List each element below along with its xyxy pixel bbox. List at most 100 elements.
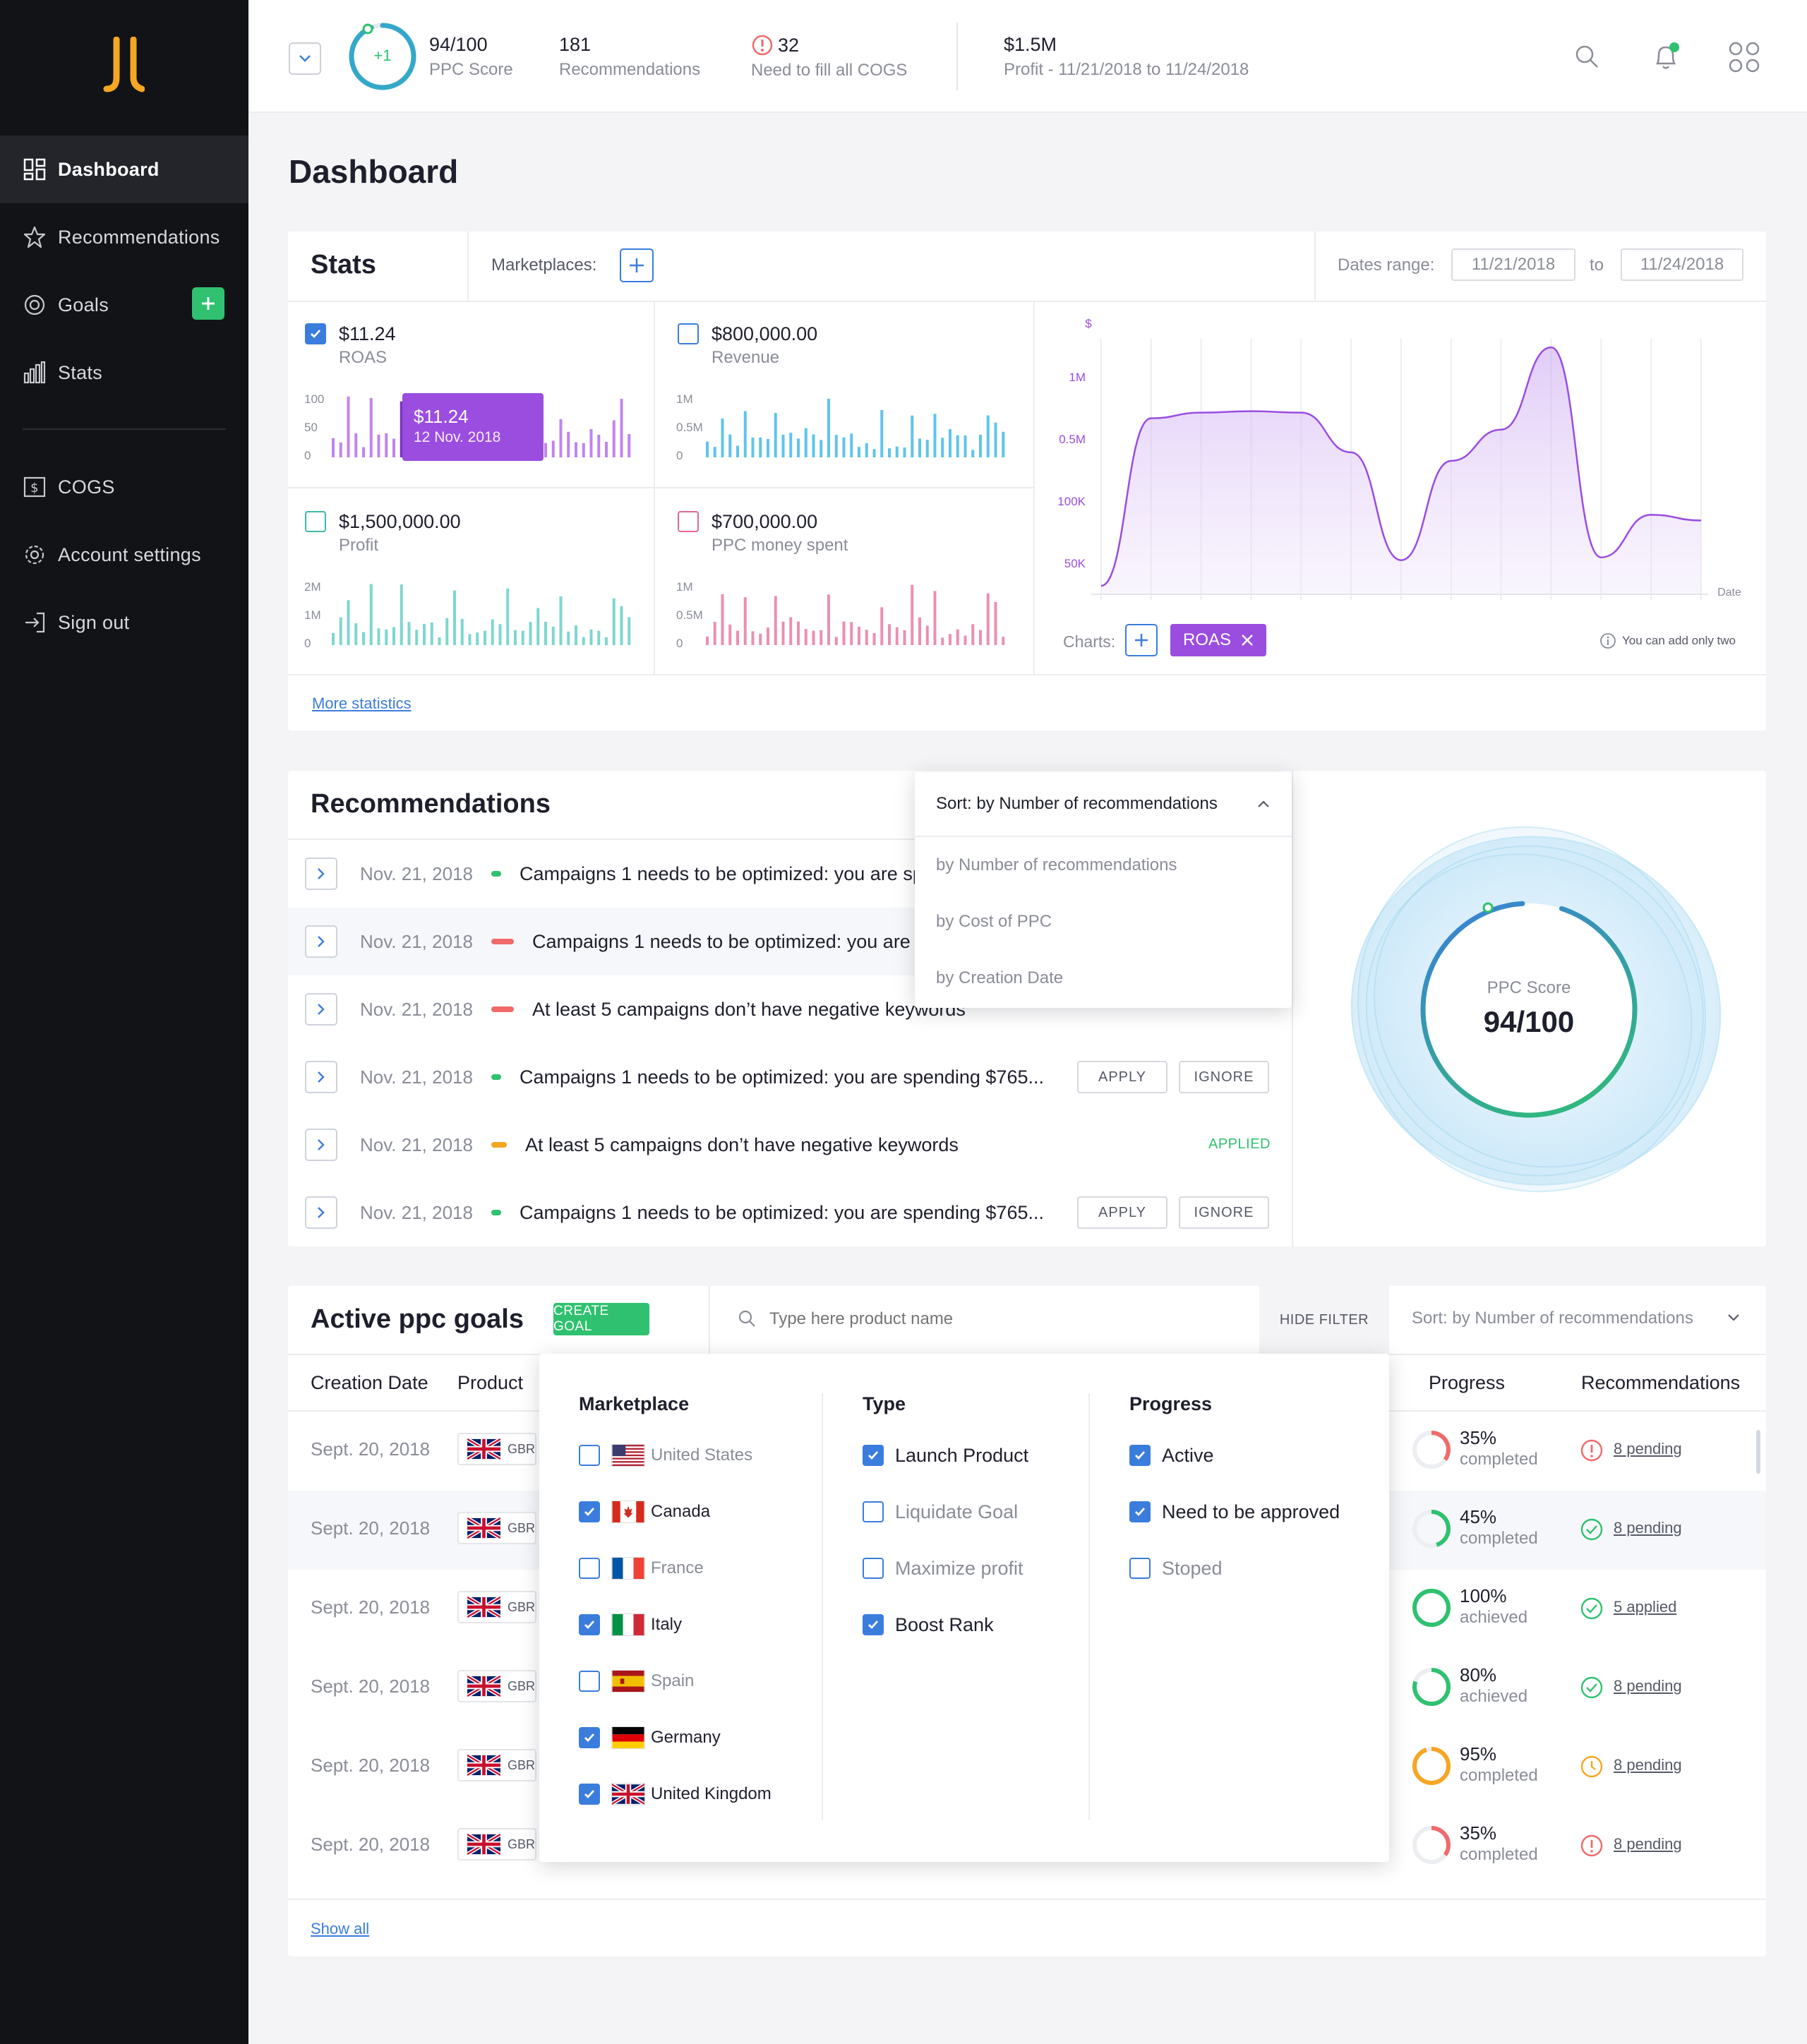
column-header-progress[interactable]: Progress (1429, 1372, 1505, 1394)
sidebar-item-recommendations[interactable]: Recommendations (0, 203, 248, 271)
filter-option[interactable]: Germany (579, 1709, 772, 1766)
filter-checkbox[interactable] (863, 1558, 884, 1579)
recommendations-link[interactable]: 8 pending (1614, 1756, 1682, 1774)
product-marketplace[interactable]: GBR (457, 1591, 536, 1623)
filter-checkbox[interactable] (1129, 1445, 1151, 1466)
filter-marketplace-title: Marketplace (579, 1393, 690, 1414)
apply-button[interactable]: APPLY (1077, 1196, 1167, 1229)
filter-checkbox[interactable] (579, 1445, 600, 1466)
sort-option[interactable]: by Cost of PPC (915, 894, 1292, 950)
filter-option[interactable]: Canada (579, 1484, 772, 1540)
product-marketplace[interactable]: GBR (457, 1828, 536, 1860)
recommendations-link[interactable]: 8 pending (1614, 1440, 1682, 1458)
sparkline-bar (385, 433, 388, 457)
topbar-dropdown-button[interactable] (289, 42, 321, 75)
recommendations-link[interactable]: 8 pending (1614, 1835, 1682, 1853)
filter-option[interactable]: Active (1129, 1427, 1340, 1484)
expand-button[interactable] (305, 993, 337, 1026)
sparkline-bar (971, 624, 975, 645)
filter-checkbox[interactable] (579, 1558, 600, 1579)
expand-button[interactable] (305, 1129, 337, 1161)
ignore-button[interactable]: IGNORE (1179, 1196, 1269, 1229)
column-header-product[interactable]: Product (457, 1372, 523, 1394)
recommendation-text: Campaigns 1 needs to be optimized: you a… (532, 930, 936, 952)
apply-button[interactable]: APPLY (1077, 1061, 1167, 1093)
sparkline-bar (354, 433, 358, 457)
revenue-checkbox[interactable] (678, 323, 699, 344)
filter-option[interactable]: Stoped (1129, 1540, 1340, 1597)
sidebar-item-account-settings[interactable]: Account settings (0, 521, 248, 589)
filter-checkbox[interactable] (863, 1445, 884, 1466)
product-marketplace[interactable]: GBR (457, 1670, 536, 1702)
add-chart-button[interactable] (1125, 624, 1158, 656)
product-marketplace[interactable]: GBR (457, 1433, 536, 1465)
filter-checkbox[interactable] (579, 1501, 600, 1522)
apps-grid-icon[interactable] (1728, 41, 1760, 73)
roas-checkbox[interactable] (305, 323, 326, 344)
filter-checkbox[interactable] (579, 1671, 600, 1692)
profit-checkbox[interactable] (305, 511, 326, 532)
filter-option[interactable]: United Kingdom (579, 1766, 772, 1822)
sidebar-item-stats[interactable]: Stats (0, 339, 248, 407)
filter-option[interactable]: Need to be approved (1129, 1484, 1340, 1540)
sort-dropdown[interactable]: Sort: by Number of recommendations by Nu… (915, 772, 1292, 1008)
cogs-summary[interactable]: 32 Need to fill all COGS (751, 34, 907, 80)
recommendations-link[interactable]: 5 applied (1614, 1598, 1676, 1616)
date-to-input[interactable]: 11/24/2018 (1621, 248, 1743, 281)
sparkline-bar (521, 630, 524, 645)
expand-button[interactable] (305, 1061, 337, 1093)
search-icon[interactable] (1573, 42, 1601, 71)
filter-option[interactable]: Maximize profit (863, 1540, 1028, 1597)
sidebar-item-cogs[interactable]: $ COGS (0, 453, 248, 521)
filter-option[interactable]: Italy (579, 1597, 772, 1653)
filter-checkbox[interactable] (579, 1784, 600, 1805)
sidebar-item-sign-out[interactable]: Sign out (0, 589, 248, 656)
product-marketplace[interactable]: GBR (457, 1749, 536, 1781)
filter-checkbox[interactable] (1129, 1501, 1151, 1522)
product-search-input[interactable] (769, 1303, 1235, 1335)
sparkline-bar (332, 438, 335, 457)
notification-bell-icon[interactable] (1652, 41, 1680, 72)
filter-checkbox[interactable] (863, 1501, 884, 1522)
show-all-link[interactable]: Show all (311, 1920, 369, 1938)
creation-date: Sept. 20, 2018 (311, 1755, 431, 1776)
recommendations-link[interactable]: 8 pending (1614, 1677, 1682, 1695)
ppc-spent-checkbox[interactable] (678, 511, 699, 532)
ignore-button[interactable]: IGNORE (1179, 1061, 1269, 1093)
create-goal-button[interactable]: CREATE GOAL (553, 1303, 649, 1335)
product-marketplace[interactable]: GBR (457, 1512, 536, 1544)
more-statistics-link[interactable]: More statistics (312, 695, 412, 713)
recommendations-link[interactable]: 8 pending (1614, 1519, 1682, 1537)
filter-checkbox[interactable] (579, 1614, 600, 1635)
chevron-down-icon[interactable] (1727, 1313, 1741, 1323)
close-icon[interactable] (1241, 634, 1254, 647)
date-from-input[interactable]: 11/21/2018 (1451, 248, 1575, 281)
sidebar-item-dashboard[interactable]: Dashboard (0, 136, 248, 203)
goals-sort-label[interactable]: Sort: by Number of recommendations (1412, 1309, 1693, 1328)
column-header-recommendations[interactable]: Recommendations (1581, 1372, 1740, 1394)
filter-option[interactable]: Liquidate Goal (863, 1484, 1028, 1540)
sort-option[interactable]: by Creation Date (915, 950, 1292, 1006)
column-header-creation-date[interactable]: Creation Date (311, 1372, 428, 1394)
filter-option[interactable]: Boost Rank (863, 1597, 1028, 1653)
filter-option[interactable]: Spain (579, 1653, 772, 1709)
filter-option[interactable]: France (579, 1540, 772, 1597)
recommendations-summary[interactable]: 181 Recommendations (559, 34, 700, 80)
sort-option[interactable]: by Number of recommendations (915, 837, 1292, 894)
add-marketplace-button[interactable] (620, 248, 654, 282)
expand-button[interactable] (305, 858, 337, 890)
filter-checkbox[interactable] (579, 1727, 600, 1748)
filter-checkbox[interactable] (1129, 1558, 1151, 1579)
table-scrollbar[interactable] (1756, 1430, 1760, 1474)
filter-checkbox[interactable] (863, 1614, 884, 1635)
recommendation-row[interactable]: Nov. 21, 2018 At least 5 campaigns don’t … (288, 1111, 1292, 1179)
expand-button[interactable] (305, 925, 337, 958)
filter-option[interactable]: United States (579, 1427, 772, 1484)
filter-option[interactable]: Launch Product (863, 1427, 1028, 1484)
roas-chart-chip[interactable]: ROAS (1170, 624, 1266, 656)
stats-title: Stats (311, 250, 376, 279)
expand-button[interactable] (305, 1196, 337, 1229)
sort-dropdown-header[interactable]: Sort: by Number of recommendations (915, 772, 1292, 837)
hide-filter-button[interactable]: HIDE FILTER (1259, 1286, 1389, 1354)
add-goal-button[interactable] (192, 287, 224, 320)
